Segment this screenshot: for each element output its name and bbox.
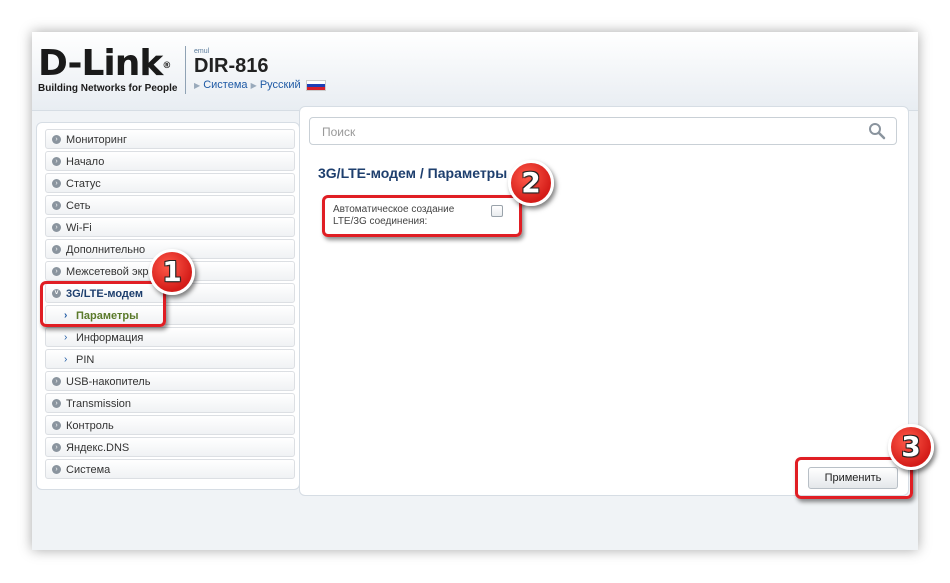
breadcrumb: ▶ Система ▶ Русский: [194, 79, 326, 91]
sidebar-item-yandex-dns[interactable]: › Яндекс.DNS: [45, 437, 295, 457]
chevron-right-icon: ›: [52, 157, 61, 166]
logo-text: D-Link: [38, 43, 163, 84]
sidebar-item-control[interactable]: › Контроль: [45, 415, 295, 435]
sidebar-subitem-information[interactable]: › Информация: [45, 327, 295, 347]
sidebar-item-wifi[interactable]: › Wi-Fi: [45, 217, 295, 237]
highlight-frame-parameter: [322, 195, 522, 237]
logo-registered-mark: ®: [162, 61, 171, 71]
chevron-right-icon: ›: [52, 465, 61, 474]
sidebar-item-label: Статус: [66, 178, 101, 190]
triangle-right-icon: ›: [64, 354, 68, 365]
sidebar-item-start[interactable]: › Начало: [45, 151, 295, 171]
sidebar-item-label: Система: [66, 464, 111, 476]
sidebar-item-label: Дополнительно: [66, 244, 146, 256]
sidebar-item-label: PIN: [76, 354, 95, 366]
russian-flag-icon[interactable]: [305, 79, 326, 91]
sidebar-item-status[interactable]: › Статус: [45, 173, 295, 193]
sidebar-item-label: Информация: [76, 332, 144, 344]
sidebar-item-label: Яндекс.DNS: [66, 442, 130, 454]
logo-tagline: Building Networks for People: [38, 83, 178, 94]
sidebar-item-label: Межсетевой экран: [66, 266, 161, 278]
triangle-right-icon: ›: [64, 332, 68, 343]
model-name: DIR-816: [194, 55, 269, 77]
sidebar-item-label: Начало: [66, 156, 105, 168]
header: D-Link® Building Networks for People emu…: [32, 32, 918, 111]
sidebar-item-network[interactable]: › Сеть: [45, 195, 295, 215]
system-link[interactable]: Система: [203, 79, 247, 91]
model-block: emul DIR-816 ▶ Система ▶ Русский: [194, 48, 326, 91]
sidebar-item-label: Контроль: [66, 420, 114, 432]
sidebar-item-usb-storage[interactable]: › USB-накопитель: [45, 371, 295, 391]
sidebar-item-label: Мониторинг: [66, 134, 128, 146]
triangle-right-icon: ▶: [250, 81, 257, 90]
step-badge-1: 1: [149, 249, 195, 295]
chevron-right-icon: ›: [52, 267, 61, 276]
header-divider: [185, 46, 186, 94]
search-box: [309, 117, 897, 145]
sidebar-item-monitoring[interactable]: › Мониторинг: [45, 129, 295, 149]
sidebar-item-label: Transmission: [66, 398, 131, 410]
sidebar-item-label: Wi-Fi: [66, 222, 92, 234]
chevron-right-icon: ›: [52, 201, 61, 210]
sidebar-item-transmission[interactable]: › Transmission: [45, 393, 295, 413]
step-badge-3: 3: [888, 424, 934, 470]
search-icon[interactable]: [868, 122, 886, 140]
search-input[interactable]: [320, 122, 864, 142]
emul-label: emul: [194, 48, 210, 55]
step-badge-2: 2: [508, 160, 554, 206]
chevron-right-icon: ›: [52, 179, 61, 188]
sidebar-item-system[interactable]: › Система: [45, 459, 295, 479]
chevron-right-icon: ›: [52, 399, 61, 408]
page-title: 3G/LTE-модем / Параметры: [318, 165, 508, 181]
chevron-right-icon: ›: [52, 245, 61, 254]
sidebar-subitem-pin[interactable]: › PIN: [45, 349, 295, 369]
chevron-right-icon: ›: [52, 443, 61, 452]
chevron-right-icon: ›: [52, 223, 61, 232]
highlight-frame-nav: [40, 281, 166, 327]
chevron-right-icon: ›: [52, 377, 61, 386]
triangle-right-icon: ▶: [194, 81, 201, 90]
chevron-right-icon: ›: [52, 421, 61, 430]
chevron-right-icon: ›: [52, 135, 61, 144]
sidebar-item-label: Сеть: [66, 200, 91, 212]
language-link[interactable]: Русский: [260, 79, 301, 91]
sidebar-item-label: USB-накопитель: [66, 376, 151, 388]
dlink-logo[interactable]: D-Link® Building Networks for People: [38, 43, 178, 95]
